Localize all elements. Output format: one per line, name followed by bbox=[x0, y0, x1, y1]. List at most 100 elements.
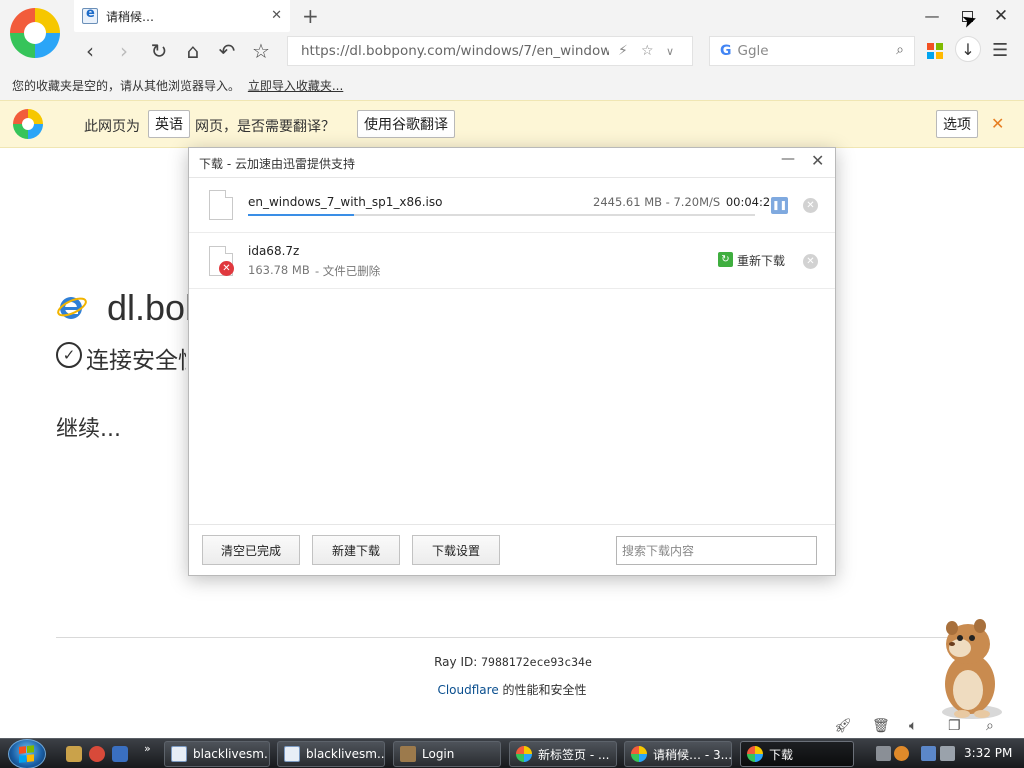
secure-connection-text: 连接安全性 bbox=[86, 348, 186, 374]
browser-logo-icon bbox=[13, 109, 43, 139]
lightning-icon[interactable]: ⚡ bbox=[618, 43, 628, 59]
browser-tab-active[interactable]: 请稍候… ✕ bbox=[74, 0, 290, 32]
taskbar-button[interactable]: 新标签页 - ... bbox=[509, 741, 617, 767]
new-tab-button[interactable]: + bbox=[302, 4, 319, 28]
browser-icon bbox=[747, 746, 763, 762]
reload-button[interactable]: ↻ bbox=[146, 38, 172, 64]
google-translate-button[interactable]: 使用谷歌翻译 bbox=[357, 110, 455, 138]
ie-page-icon bbox=[82, 6, 98, 24]
ie-logo-icon bbox=[57, 297, 87, 319]
ie-icon bbox=[171, 746, 187, 762]
import-bookmarks-link[interactable]: 立即导入收藏夹... bbox=[248, 79, 343, 93]
search-box[interactable]: G Ggle ⌕ bbox=[709, 36, 915, 66]
download-file-name: en_windows_7_with_sp1_x86.iso bbox=[248, 195, 443, 209]
cloudflare-link[interactable]: Cloudflare bbox=[437, 683, 498, 697]
login-icon bbox=[400, 746, 416, 762]
browser-status-bar: 🚀︎ 🗑︎ 🔈︎ ❐ ⌕ bbox=[0, 716, 1024, 738]
window-close-button[interactable]: ✕ bbox=[989, 4, 1013, 28]
translate-options-button[interactable]: 选项 bbox=[936, 110, 978, 138]
dialog-title: 下载 - 云加速由迅雷提供支持 bbox=[199, 157, 355, 171]
taskbar-button-label: 下载 bbox=[769, 747, 794, 762]
ie-icon bbox=[284, 746, 300, 762]
download-button[interactable]: ↓ bbox=[955, 36, 981, 62]
show-desktop-icon[interactable] bbox=[112, 746, 128, 762]
cloudflare-line: Cloudflare 的性能和安全性 bbox=[0, 681, 1024, 698]
download-progress-fill bbox=[248, 214, 355, 216]
taskbar-button[interactable]: Login bbox=[393, 741, 501, 767]
taskbar-button-label: blacklivesm... bbox=[306, 747, 385, 761]
star-icon[interactable]: ☆ bbox=[641, 43, 654, 59]
clock[interactable]: 3:32 PM bbox=[964, 746, 1012, 760]
continue-text: 继续... bbox=[56, 417, 121, 442]
download-status: - 文件已删除 bbox=[315, 264, 381, 278]
dialog-close-icon[interactable]: ✕ bbox=[811, 151, 824, 170]
chevron-down-icon[interactable]: ∨ bbox=[666, 45, 674, 58]
taskbar-button-label: blacklivesm... bbox=[193, 747, 270, 761]
download-arrow-icon: ↓ bbox=[961, 39, 975, 59]
windows-flag-icon bbox=[19, 745, 35, 763]
pause-icon[interactable]: ❚❚ bbox=[771, 197, 788, 214]
quicklaunch-icon[interactable] bbox=[66, 746, 82, 762]
tab-close-icon[interactable]: ✕ bbox=[271, 8, 282, 23]
undo-close-tab-button[interactable]: ↶ bbox=[214, 38, 240, 64]
apps-icon[interactable] bbox=[927, 43, 943, 59]
address-text[interactable]: https://dl.bobpony.com/windows/7/en_wind… bbox=[301, 43, 609, 59]
speaker-icon[interactable]: 🔈︎ bbox=[909, 718, 917, 734]
ray-id-label: Ray ID: bbox=[434, 655, 478, 669]
ray-id-line: Ray ID: 7988172ece93c34e bbox=[0, 655, 1024, 669]
browser-logo-icon[interactable] bbox=[10, 8, 60, 58]
new-download-button[interactable]: 新建下载 bbox=[312, 535, 400, 565]
bookmark-star-button[interactable]: ☆ bbox=[248, 38, 274, 64]
tray-search-icon[interactable] bbox=[894, 746, 909, 761]
bookmark-notice: 您的收藏夹是空的，请从其他浏览器导入。 bbox=[12, 79, 241, 93]
home-button[interactable]: ⌂ bbox=[180, 38, 206, 64]
back-button[interactable]: ‹ bbox=[77, 38, 103, 64]
window-minimize-button[interactable]: — bbox=[920, 4, 944, 28]
tray-app-icon[interactable] bbox=[876, 746, 891, 761]
redownload-button[interactable]: 重新下载 bbox=[737, 252, 785, 269]
download-file-name: ida68.7z bbox=[248, 244, 300, 258]
language-button[interactable]: 英语 bbox=[148, 110, 190, 138]
download-item[interactable]: ✕ ida68.7z 163.78 MB - 文件已删除 ↻ 重新下载 ✕ bbox=[189, 234, 835, 289]
download-time-remaining: 00:04:26 bbox=[725, 195, 778, 209]
quicklaunch-more-icon[interactable]: » bbox=[144, 742, 151, 755]
address-bar[interactable]: https://dl.bobpony.com/windows/7/en_wind… bbox=[287, 36, 693, 66]
divider bbox=[189, 524, 835, 525]
search-icon[interactable]: ⌕ bbox=[896, 42, 904, 58]
redownload-icon[interactable]: ↻ bbox=[718, 252, 733, 267]
taskbar-button[interactable]: blacklivesm... bbox=[277, 741, 385, 767]
start-button[interactable] bbox=[8, 739, 46, 768]
taskbar-button-active[interactable]: 下载 bbox=[740, 741, 854, 767]
taskbar-button[interactable]: 请稍候… - 3... bbox=[624, 741, 732, 767]
trash-icon[interactable]: 🗑︎ bbox=[872, 718, 890, 734]
check-circle-icon: ✓ bbox=[56, 342, 82, 368]
download-stats: 2445.61 MB - 7.20M/S 00:04:26 bbox=[593, 195, 778, 209]
google-icon: G bbox=[720, 43, 732, 59]
browser-chrome: 请稍候… ✕ + — ✕ ‹ › ↻ ⌂ ↶ ☆ https://dl.bobp… bbox=[0, 0, 1024, 100]
remove-download-icon[interactable]: ✕ bbox=[803, 254, 818, 269]
taskbar-button[interactable]: blacklivesm... bbox=[164, 741, 270, 767]
taskbar-button-label: 新标签页 - ... bbox=[538, 747, 610, 762]
download-size-speed: 2445.61 MB - 7.20M/S bbox=[593, 195, 721, 209]
search-placeholder[interactable]: Ggle bbox=[738, 43, 769, 59]
translate-prefix: 此网页为 bbox=[84, 119, 140, 135]
download-search-input[interactable] bbox=[616, 536, 817, 565]
rocket-icon[interactable]: 🚀︎ bbox=[834, 718, 852, 734]
divider bbox=[56, 637, 968, 638]
network-icon[interactable] bbox=[921, 746, 936, 761]
remove-download-icon[interactable]: ✕ bbox=[803, 198, 818, 213]
download-settings-button[interactable]: 下载设置 bbox=[412, 535, 500, 565]
dialog-minimize-icon[interactable]: — bbox=[781, 151, 795, 167]
taskbar-button-label: Login bbox=[422, 747, 455, 761]
quicklaunch-icon[interactable] bbox=[89, 746, 105, 762]
page-domain: dl.bobpony.com bbox=[107, 287, 188, 328]
forward-button[interactable]: › bbox=[111, 38, 137, 64]
download-item[interactable]: en_windows_7_with_sp1_x86.iso 2445.61 MB… bbox=[189, 178, 835, 233]
translate-close-icon[interactable]: ✕ bbox=[991, 114, 1004, 133]
clear-completed-button[interactable]: 清空已完成 bbox=[202, 535, 300, 565]
volume-icon[interactable] bbox=[940, 746, 955, 761]
menu-icon[interactable]: ☰ bbox=[992, 40, 1008, 61]
hamster-mascot-icon[interactable] bbox=[928, 614, 1012, 722]
browser-icon bbox=[516, 746, 532, 762]
file-icon bbox=[209, 190, 233, 220]
